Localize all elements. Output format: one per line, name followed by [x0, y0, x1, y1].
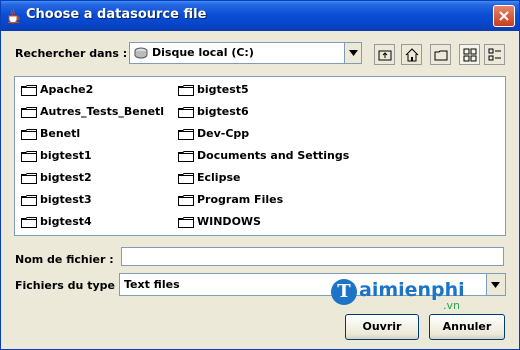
- list-item-label: WINDOWS: [197, 215, 261, 228]
- folder-icon: [21, 150, 37, 162]
- filename-label: Nom de fichier :: [15, 253, 114, 266]
- folder-icon: [178, 216, 194, 228]
- close-icon: [499, 11, 509, 21]
- folder-icon: [21, 128, 37, 140]
- list-item-label: bigtest3: [40, 193, 92, 206]
- folder-icon: [178, 194, 194, 206]
- up-one-level-button[interactable]: [374, 44, 395, 65]
- home-button[interactable]: [401, 44, 422, 65]
- folder-icon: [178, 106, 194, 118]
- watermark-logo: T aimienphi .vn: [331, 277, 491, 317]
- home-icon: [405, 48, 419, 62]
- folder-icon: [21, 172, 37, 184]
- list-view-icon: [463, 48, 477, 62]
- list-item-label: Dev-Cpp: [197, 127, 250, 140]
- java-cup-icon: [6, 8, 22, 24]
- folder-icon: [178, 150, 194, 162]
- hard-drive-icon: [134, 47, 148, 59]
- list-item-label: bigtest6: [197, 105, 249, 118]
- chevron-down-icon: [491, 281, 500, 288]
- folder-icon: [178, 84, 194, 96]
- title-bar[interactable]: Choose a datasource file: [1, 1, 519, 31]
- folder-icon: [21, 194, 37, 206]
- file-chooser-dialog: Choose a datasource file Rechercher dans…: [0, 0, 520, 350]
- chevron-down-icon: [349, 50, 358, 56]
- list-item-label: Apache2: [40, 83, 94, 96]
- watermark-suffix: .vn: [443, 299, 460, 312]
- cancel-button[interactable]: Annuler: [429, 314, 505, 340]
- file-list[interactable]: Apache2 Autres_Tests_Benetl Benetl bigtest1…: [14, 76, 506, 236]
- list-view-button[interactable]: [459, 44, 480, 65]
- list-item-label: bigtest1: [40, 149, 92, 162]
- list-item-label: Benetl: [40, 127, 81, 140]
- look-in-value: Disque local (C:): [152, 46, 254, 59]
- filetype-value: Text files: [124, 278, 180, 291]
- list-item-label: bigtest2: [40, 171, 92, 184]
- list-item-label: bigtest4: [40, 215, 92, 228]
- watermark-text: aimienphi: [359, 279, 465, 301]
- folder-up-icon: [378, 50, 392, 61]
- folder-icon: [21, 106, 37, 118]
- new-folder-button[interactable]: [430, 44, 451, 65]
- details-view-icon: [488, 48, 501, 61]
- folder-icon: [178, 172, 194, 184]
- new-folder-icon: [434, 50, 448, 61]
- look-in-combo[interactable]: Disque local (C:): [129, 42, 362, 64]
- open-button[interactable]: Ouvrir: [345, 314, 419, 340]
- list-item-label: Eclipse: [197, 171, 241, 184]
- list-item-label: Autres_Tests_Benetl: [40, 105, 165, 118]
- watermark-initial: T: [331, 279, 357, 305]
- window-title: Choose a datasource file: [26, 7, 207, 22]
- list-item-label: Program Files: [197, 193, 284, 206]
- list-item-label: Documents and Settings: [197, 149, 350, 162]
- details-view-button[interactable]: [484, 44, 505, 65]
- filename-field[interactable]: [121, 247, 504, 266]
- close-button[interactable]: [493, 5, 515, 27]
- folder-icon: [21, 216, 37, 228]
- folder-icon: [21, 84, 37, 96]
- folder-icon: [178, 128, 194, 140]
- look-in-label: Rechercher dans :: [15, 47, 128, 60]
- filetype-label: Fichiers du type :: [15, 279, 124, 292]
- list-item-label: bigtest5: [197, 83, 249, 96]
- look-in-dropdown-button[interactable]: [344, 43, 361, 63]
